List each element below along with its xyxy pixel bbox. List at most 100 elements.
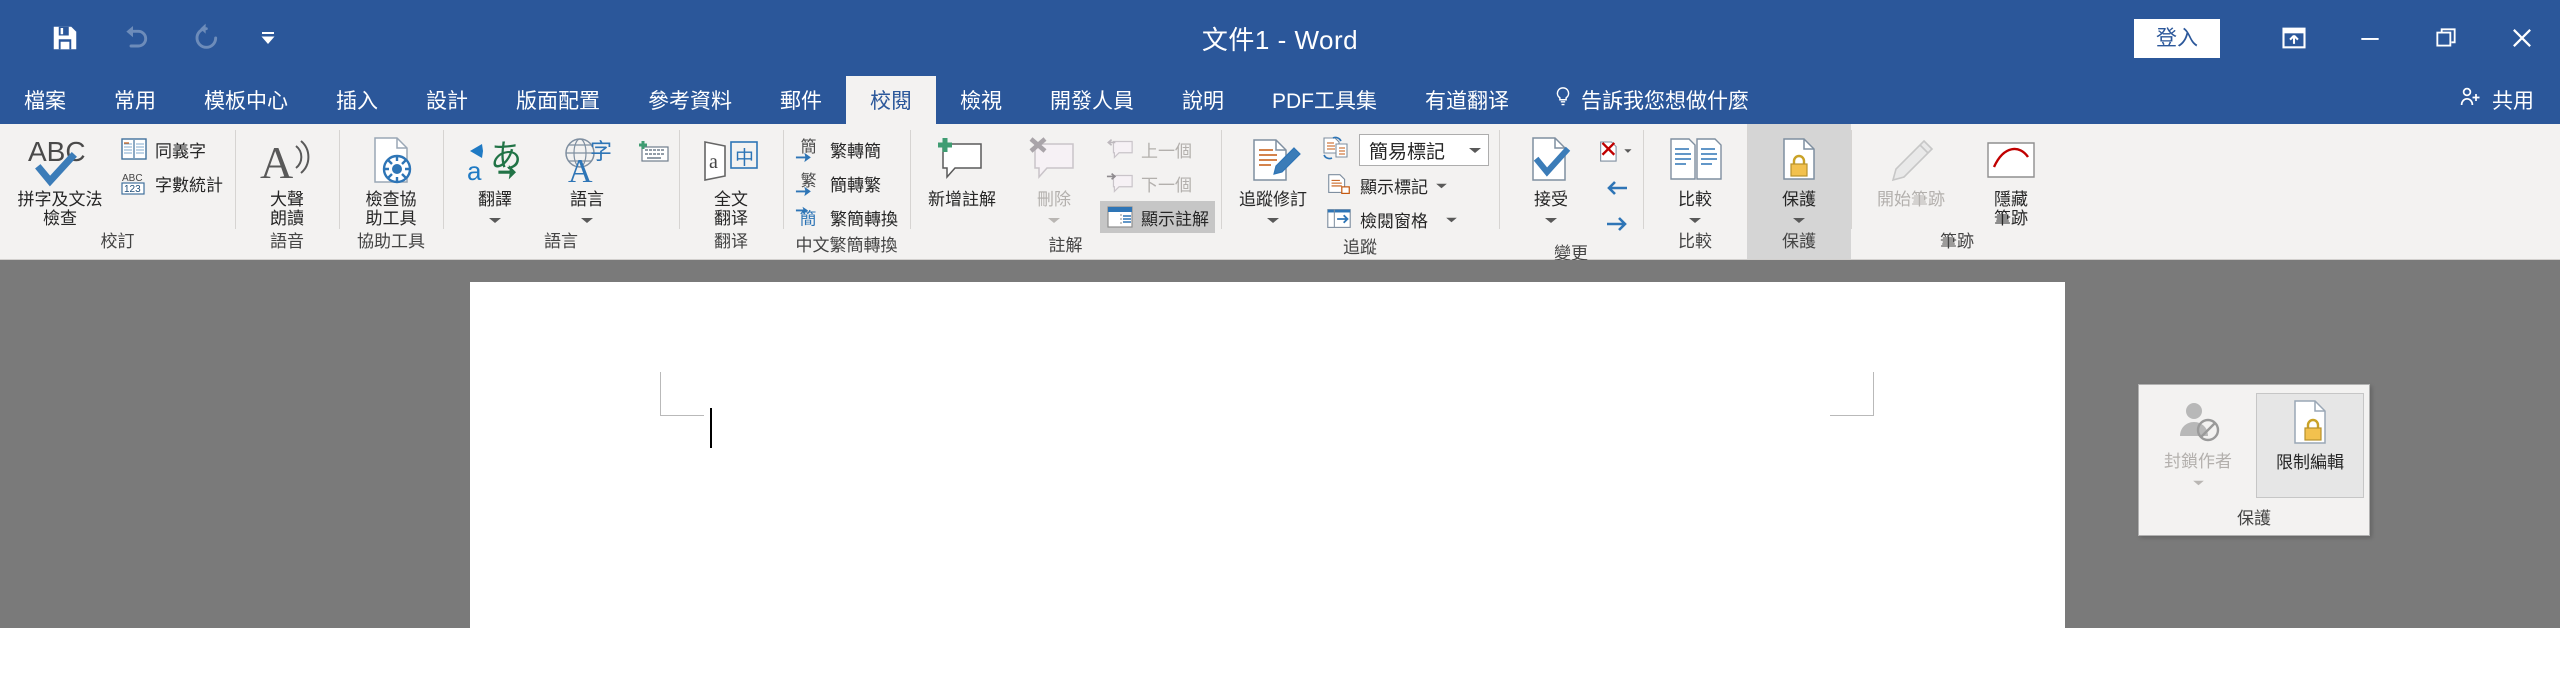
tab-design[interactable]: 設計 (402, 76, 492, 124)
protect-button[interactable]: 保護 (1753, 130, 1845, 230)
new-comment-button[interactable]: 新增註解 (916, 130, 1008, 209)
spelling-grammar-button[interactable]: ABC 拼字及文法 檢查 (6, 130, 114, 228)
minimize-icon[interactable] (2332, 7, 2408, 69)
tab-home[interactable]: 常用 (90, 76, 180, 124)
hide-ink-button[interactable]: 隱藏 筆跡 (1965, 130, 2057, 228)
read-aloud-button[interactable]: A 大聲 朗讀 (241, 130, 333, 228)
next-comment-label: 下一個 (1141, 175, 1192, 195)
show-comments-icon (1106, 204, 1134, 230)
ribbon-display-options-icon[interactable] (2256, 7, 2332, 69)
margin-marker-top-left (660, 372, 704, 416)
accept-button[interactable]: 接受 (1505, 130, 1597, 229)
tab-youdao-translate[interactable]: 有道翻译 (1401, 76, 1533, 124)
customize-qat-icon[interactable] (240, 22, 296, 54)
word-count-button[interactable]: ABC 123 字數統計 (114, 167, 229, 199)
trad-to-simp-button[interactable]: 簡 繁轉簡 (789, 133, 904, 165)
close-icon[interactable] (2484, 7, 2560, 69)
svg-text:字: 字 (590, 139, 612, 164)
tab-file[interactable]: 檔案 (0, 76, 90, 124)
accept-label: 接受 (1534, 190, 1568, 209)
start-inking-button[interactable]: 開始筆跡 (1857, 130, 1965, 209)
chevron-down-icon[interactable] (1454, 139, 1482, 161)
chevron-down-icon[interactable] (1266, 210, 1280, 229)
show-markup-icon (1325, 172, 1353, 198)
track-changes-button[interactable]: 追蹤修訂 (1227, 130, 1319, 229)
reject-button[interactable] (1597, 135, 1637, 169)
language-button[interactable]: A 字 語言 (541, 130, 633, 229)
changes-icon-column (1597, 130, 1637, 241)
keyboard-add-icon[interactable] (633, 135, 673, 169)
tab-template-center[interactable]: 模板中心 (180, 76, 312, 124)
tab-layout[interactable]: 版面配置 (492, 76, 624, 124)
undo-icon[interactable] (100, 6, 170, 70)
svg-text:a: a (709, 151, 718, 173)
tab-view[interactable]: 檢視 (936, 76, 1026, 124)
tab-help[interactable]: 說明 (1158, 76, 1248, 124)
tell-me-box[interactable]: 告訴我您想做什麼 (1533, 76, 1769, 124)
save-icon[interactable] (30, 6, 100, 70)
simp-to-trad-button[interactable]: 繁 簡轉繁 (789, 167, 904, 199)
trad-to-simp-label: 繁轉簡 (830, 141, 881, 161)
margin-marker-top-right-h (1830, 415, 1874, 416)
previous-change-button[interactable] (1597, 171, 1637, 205)
chevron-down-icon[interactable] (1435, 209, 1458, 229)
chevron-down-icon[interactable] (1792, 210, 1806, 229)
chevron-down-icon[interactable] (1544, 210, 1558, 229)
read-aloud-label: 大聲 朗讀 (270, 190, 304, 229)
title-bar: 文件1 - Word 登入 (0, 0, 2560, 76)
tab-pdf-tools[interactable]: PDF工具集 (1248, 76, 1401, 124)
jian-convert-icon: 簡 (795, 204, 823, 230)
tab-review[interactable]: 校閱 (846, 76, 936, 124)
previous-comment-button[interactable]: 上一個 (1100, 133, 1215, 165)
protect-label: 保護 (1782, 190, 1816, 209)
reviewing-pane-button[interactable]: 檢閱窗格 (1319, 203, 1493, 235)
comments-small-column: 上一個 下一個 顯示註解 (1100, 130, 1215, 233)
next-change-button[interactable] (1597, 207, 1637, 241)
thesaurus-button[interactable]: 同義字 (114, 133, 229, 165)
redo-icon[interactable] (170, 6, 240, 70)
tab-developer[interactable]: 開發人員 (1026, 76, 1158, 124)
full-text-translate-button[interactable]: a 中 全文 翻译 (685, 130, 777, 228)
chevron-down-icon[interactable] (1688, 210, 1702, 229)
fan-arrow-icon: 繁 (795, 170, 823, 197)
markup-display-combobox[interactable]: 簡易標記 (1359, 134, 1489, 166)
check-accessibility-button[interactable]: 檢查協 助工具 (345, 130, 437, 228)
tab-references[interactable]: 參考資料 (624, 76, 756, 124)
chevron-down-icon[interactable] (580, 210, 594, 229)
word-count-label: 字數統計 (155, 175, 223, 195)
next-comment-button[interactable]: 下一個 (1100, 167, 1215, 199)
ribbon-group-ink: 開始筆跡 隱藏 筆跡 筆跡 (1851, 124, 2063, 259)
svg-text:ABC: ABC (28, 136, 86, 167)
jian-arrow-icon: 簡 (795, 136, 823, 163)
translate-icon: a あ (466, 134, 524, 188)
show-comments-button[interactable]: 顯示註解 (1100, 201, 1215, 233)
show-markup-button[interactable]: 顯示標記 (1319, 169, 1493, 201)
block-author-icon (2172, 397, 2224, 447)
chevron-down-icon[interactable] (2192, 472, 2205, 492)
chevron-down-icon[interactable] (488, 210, 502, 229)
ribbon-group-chinese-conversion: 簡 繁轉簡 繁 簡轉繁 簡 繁簡轉換 中文繁簡轉換 (783, 124, 910, 259)
restrict-editing-menu-item[interactable]: 限制編輯 (2256, 393, 2364, 498)
share-button[interactable]: 共用 (2458, 85, 2534, 115)
tell-me-label: 告訴我您想做什麼 (1581, 90, 1749, 113)
maximize-icon[interactable] (2408, 7, 2484, 69)
sign-in-button[interactable]: 登入 (2134, 18, 2220, 58)
quick-access-toolbar (0, 0, 296, 76)
chevron-down-icon[interactable] (1047, 210, 1061, 229)
delete-comment-label: 刪除 (1037, 190, 1071, 209)
delete-comment-button[interactable]: 刪除 (1008, 130, 1100, 229)
block-authors-menu-item[interactable]: 封鎖作者 (2144, 393, 2252, 498)
tab-insert[interactable]: 插入 (312, 76, 402, 124)
compare-button[interactable]: 比較 (1649, 130, 1741, 229)
margin-marker-top-right (1830, 372, 1874, 416)
protect-dropdown-menu: 封鎖作者 限制編輯 保護 (2138, 384, 2370, 536)
tab-mailings[interactable]: 郵件 (756, 76, 846, 124)
chevron-down-icon[interactable] (1435, 175, 1448, 195)
group-label-proofing: 校訂 (100, 232, 135, 251)
person-add-icon (2458, 85, 2482, 115)
conversion-options-button[interactable]: 簡 繁簡轉換 (789, 201, 904, 233)
document-page[interactable] (470, 282, 2065, 628)
translate-button[interactable]: a あ 翻譯 (449, 130, 541, 229)
language-extra-column (633, 130, 673, 169)
restrict-editing-label: 限制編輯 (2276, 453, 2344, 472)
